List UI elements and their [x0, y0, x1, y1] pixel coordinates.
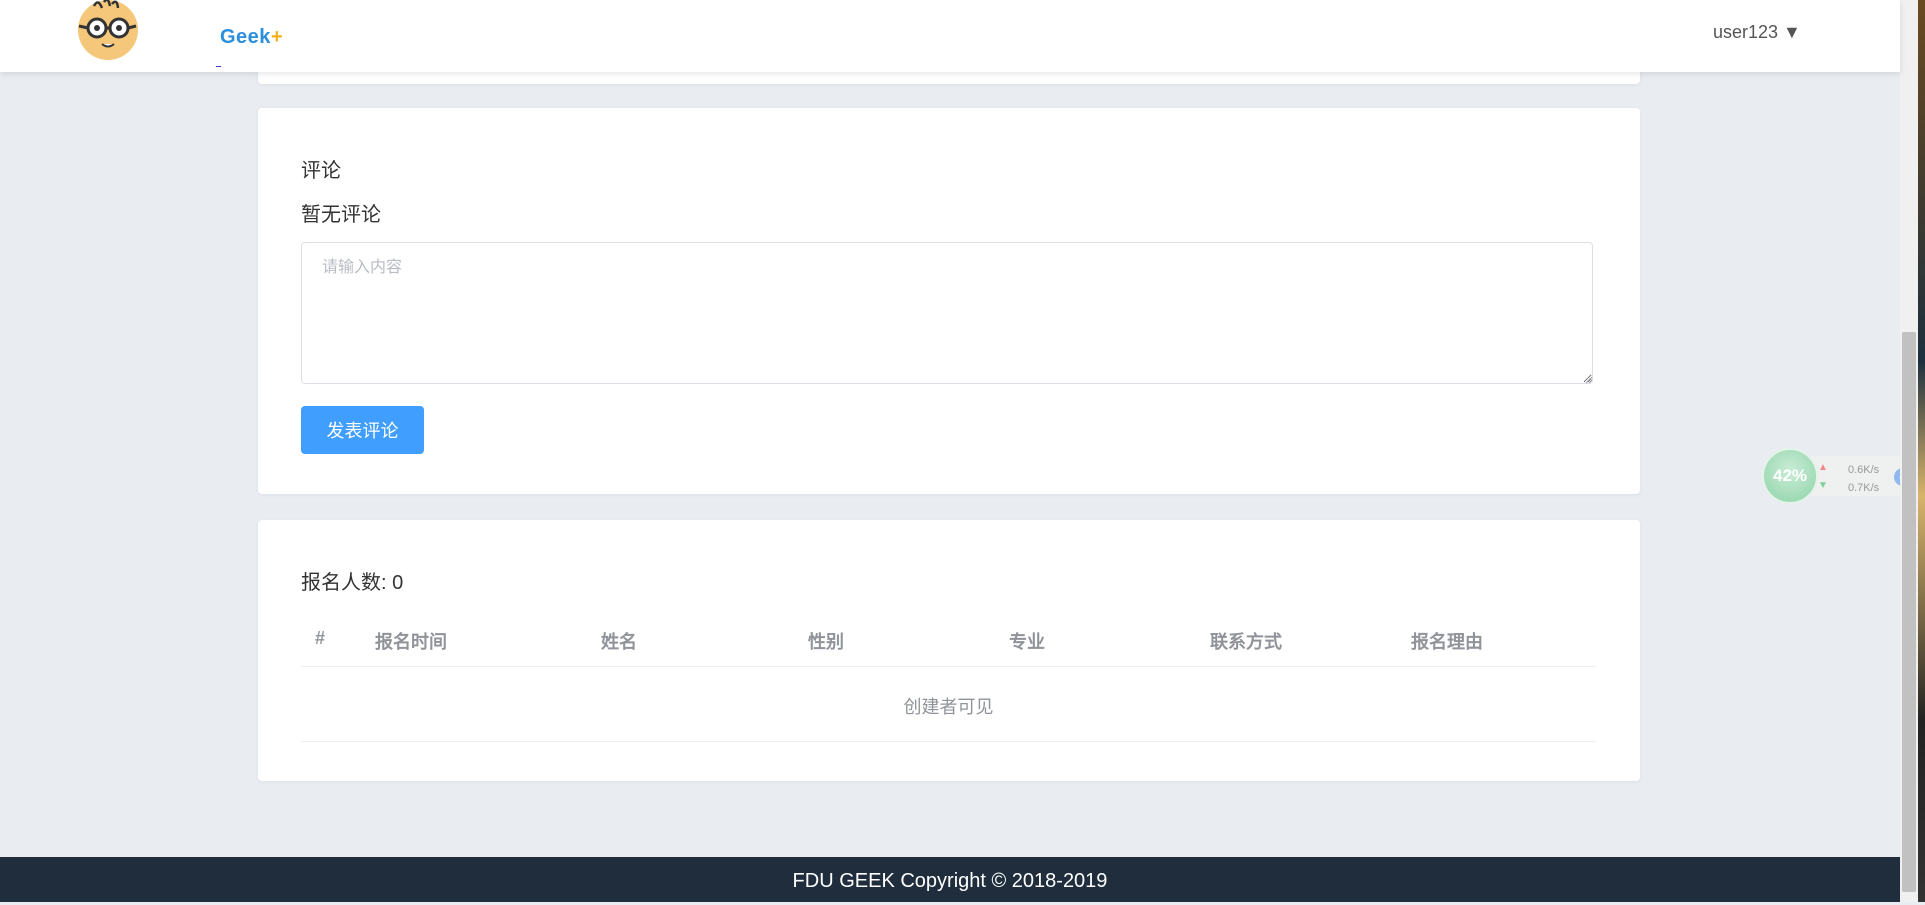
column-header-signup-time[interactable]: 报名时间 [375, 628, 447, 654]
upload-speed: 0.6K/s [1848, 464, 1880, 476]
comments-card: 评论 暂无评论 发表评论 [258, 108, 1640, 494]
column-header-contact[interactable]: 联系方式 [1210, 628, 1282, 654]
footer: FDU GEEK Copyright © 2018-2019 [0, 857, 1900, 902]
download-arrow-icon: ▼ [1818, 480, 1828, 491]
resize-grip-icon[interactable] [1585, 376, 1593, 384]
table-header: # 报名时间 姓名 性别 专业 联系方式 报名理由 [301, 610, 1596, 667]
table-empty-row: 创建者可见 [301, 667, 1596, 742]
table-empty-text: 创建者可见 [903, 697, 994, 717]
memory-usage-circle[interactable]: 42% [1762, 448, 1818, 504]
signups-table: # 报名时间 姓名 性别 专业 联系方式 报名理由 创建者可见 [301, 610, 1596, 742]
signups-card: 报名人数: 0 # 报名时间 姓名 性别 专业 联系方式 报名理由 创建者可见 [258, 520, 1640, 781]
nerd-face-logo-icon [78, 0, 138, 60]
background-window-edge [1918, 0, 1925, 902]
top-navbar: Geek+ user123 ▼ [0, 0, 1900, 72]
copyright-text: FDU GEEK Copyright © 2018-2019 [792, 870, 1108, 892]
download-speed: 0.7K/s [1848, 482, 1880, 494]
column-header-major[interactable]: 专业 [1009, 628, 1045, 654]
brand-name: Geek+ [220, 26, 284, 48]
scrollbar-thumb[interactable] [1902, 332, 1916, 892]
signup-count: 报名人数: 0 [301, 572, 404, 594]
logo-link-underline [216, 66, 221, 67]
comments-title: 评论 [301, 160, 341, 182]
upload-arrow-icon: ▲ [1818, 462, 1828, 473]
column-header-index[interactable]: # [315, 628, 325, 649]
user-dropdown[interactable]: user123 ▼ [1713, 22, 1801, 43]
no-comments-text: 暂无评论 [301, 204, 381, 226]
comment-input[interactable] [301, 242, 1593, 384]
column-header-reason[interactable]: 报名理由 [1411, 628, 1483, 654]
network-speed-widget[interactable]: ▲ 0.6K/s ▼ 0.7K/s 42% + [1762, 448, 1914, 504]
submit-comment-button[interactable]: 发表评论 [301, 406, 424, 454]
column-header-gender[interactable]: 性别 [808, 628, 844, 654]
geek-logo[interactable]: Geek+ [72, 0, 283, 72]
column-header-name[interactable]: 姓名 [601, 628, 637, 654]
